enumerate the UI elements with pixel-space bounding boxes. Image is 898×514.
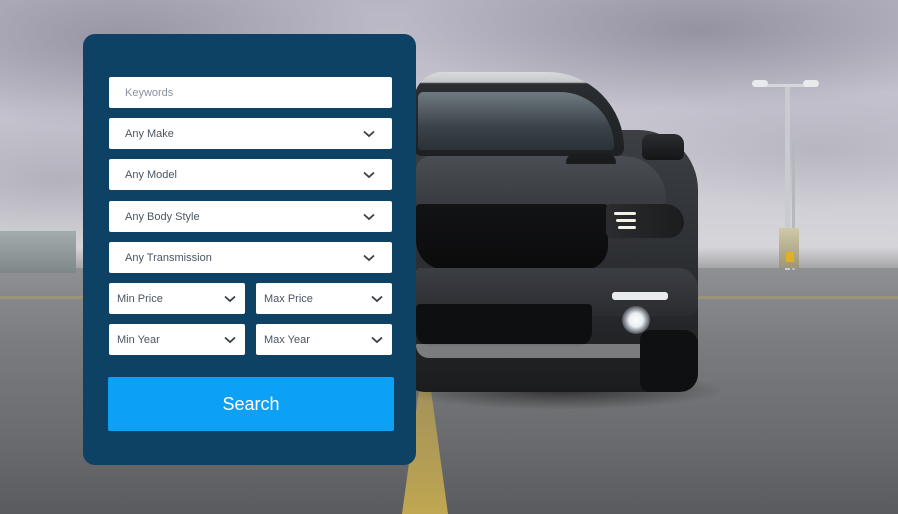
keywords-field[interactable] — [109, 77, 392, 108]
car-fog-bar — [612, 292, 668, 300]
body-style-select[interactable]: Any Body Style — [109, 201, 392, 232]
transmission-select-value: Any Transmission — [125, 251, 212, 264]
parking-booth — [779, 228, 799, 268]
chevron-down-icon — [223, 292, 237, 306]
drl-bar — [614, 212, 636, 215]
min-year-select[interactable]: Min Year — [109, 324, 245, 355]
search-button-label: Search — [222, 393, 280, 414]
chevron-down-icon — [370, 292, 384, 306]
car-tire — [640, 330, 698, 392]
street-lamp-left — [752, 80, 768, 87]
max-year-select[interactable]: Max Year — [256, 324, 392, 355]
max-price-select[interactable]: Max Price — [256, 283, 392, 314]
car-hood-scoop — [566, 154, 616, 164]
car-side-mirror — [642, 134, 684, 160]
drl-bar — [618, 226, 636, 229]
chevron-down-icon — [362, 168, 376, 182]
windshield-banner-graphic — [418, 78, 558, 94]
body-style-select-value: Any Body Style — [125, 210, 200, 223]
booth-sign — [786, 252, 794, 262]
car-headlight — [606, 204, 684, 238]
chevron-down-icon — [362, 210, 376, 224]
car-grille — [416, 204, 608, 270]
distant-building — [0, 228, 76, 273]
car-hood — [416, 156, 666, 206]
keywords-input[interactable] — [109, 77, 392, 108]
model-select-value: Any Model — [125, 168, 177, 181]
chevron-down-icon — [362, 251, 376, 265]
max-year-select-value: Max Year — [264, 333, 310, 346]
hero-background: Any Make Any Model Any Body Style Any Tr… — [0, 0, 898, 514]
model-select[interactable]: Any Model — [109, 159, 392, 190]
min-year-select-value: Min Year — [117, 333, 160, 346]
make-select-value: Any Make — [125, 127, 174, 140]
make-select[interactable]: Any Make — [109, 118, 392, 149]
min-price-select[interactable]: Min Price — [109, 283, 245, 314]
chevron-down-icon — [362, 127, 376, 141]
transmission-select[interactable]: Any Transmission — [109, 242, 392, 273]
street-lamp-right — [803, 80, 819, 87]
chevron-down-icon — [223, 333, 237, 347]
car-windshield — [418, 92, 614, 150]
drl-bar — [616, 219, 636, 222]
car-lower-grille — [416, 304, 592, 346]
search-button[interactable]: Search — [108, 377, 394, 431]
max-price-select-value: Max Price — [264, 292, 313, 305]
min-price-select-value: Min Price — [117, 292, 163, 305]
chevron-down-icon — [370, 333, 384, 347]
